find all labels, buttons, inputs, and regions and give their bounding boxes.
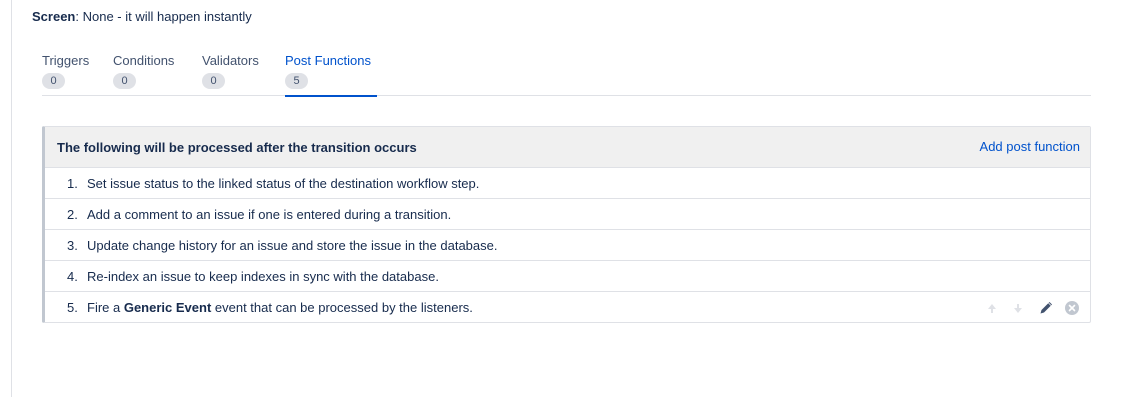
tab-label: Triggers xyxy=(42,53,90,68)
panel-header: The following will be processed after th… xyxy=(45,127,1090,168)
row-text: Re-index an issue to keep indexes in syn… xyxy=(87,269,439,284)
post-functions-panel: The following will be processed after th… xyxy=(42,126,1091,323)
screen-label: Screen xyxy=(32,9,76,24)
post-function-row: 4. Re-index an issue to keep indexes in … xyxy=(45,261,1090,292)
event-name: Generic Event xyxy=(123,300,212,315)
screen-info: Screen: None - it will happen instantly xyxy=(32,9,252,25)
post-function-row: 2. Add a comment to an issue if one is e… xyxy=(45,199,1090,230)
row-number: 4. xyxy=(67,269,78,284)
row-text: Add a comment to an issue if one is ente… xyxy=(87,207,452,222)
tab-count-badge: 5 xyxy=(285,73,308,89)
screen-value: None - it will happen instantly xyxy=(79,9,252,24)
pencil-icon[interactable] xyxy=(1038,300,1054,316)
tab-conditions[interactable]: Conditions 0 xyxy=(113,52,174,96)
tab-count-badge: 0 xyxy=(113,73,136,89)
tab-label: Validators xyxy=(202,53,259,68)
panel-title: The following will be processed after th… xyxy=(57,140,417,155)
row-number: 5. xyxy=(67,300,78,315)
row-number: 1. xyxy=(67,176,78,191)
row-text-after: event that can be processed by the liste… xyxy=(211,300,473,315)
row-text: Update change history for an issue and s… xyxy=(87,238,498,253)
tab-label: Conditions xyxy=(113,53,175,68)
tab-label: Post Functions xyxy=(285,53,371,68)
post-function-row: 3. Update change history for an issue an… xyxy=(45,230,1090,261)
arrow-down-icon[interactable] xyxy=(1010,300,1026,316)
tab-triggers[interactable]: Triggers 0 xyxy=(42,52,89,96)
transition-tabs: Triggers 0 Conditions 0 Validators 0 Pos… xyxy=(42,52,1091,97)
post-function-row: 5. Fire a Generic Event event that can b… xyxy=(45,292,1090,323)
row-number: 3. xyxy=(67,238,78,253)
row-text: Set issue status to the linked status of… xyxy=(87,176,480,191)
tab-count-badge: 0 xyxy=(42,73,65,89)
row-number: 2. xyxy=(67,207,78,222)
tab-validators[interactable]: Validators 0 xyxy=(202,52,259,96)
arrow-up-icon[interactable] xyxy=(984,300,1000,316)
delete-icon[interactable] xyxy=(1064,300,1080,316)
tab-count-badge: 0 xyxy=(202,73,225,89)
post-function-row: 1. Set issue status to the linked status… xyxy=(45,168,1090,199)
row-text-before: Fire a xyxy=(87,300,124,315)
row-text: Fire a Generic Event event that can be p… xyxy=(87,300,473,316)
row-actions xyxy=(984,300,1080,316)
post-function-list: 1. Set issue status to the linked status… xyxy=(45,168,1090,323)
add-post-function-link[interactable]: Add post function xyxy=(980,139,1080,155)
tab-post-functions[interactable]: Post Functions 5 xyxy=(285,52,377,97)
